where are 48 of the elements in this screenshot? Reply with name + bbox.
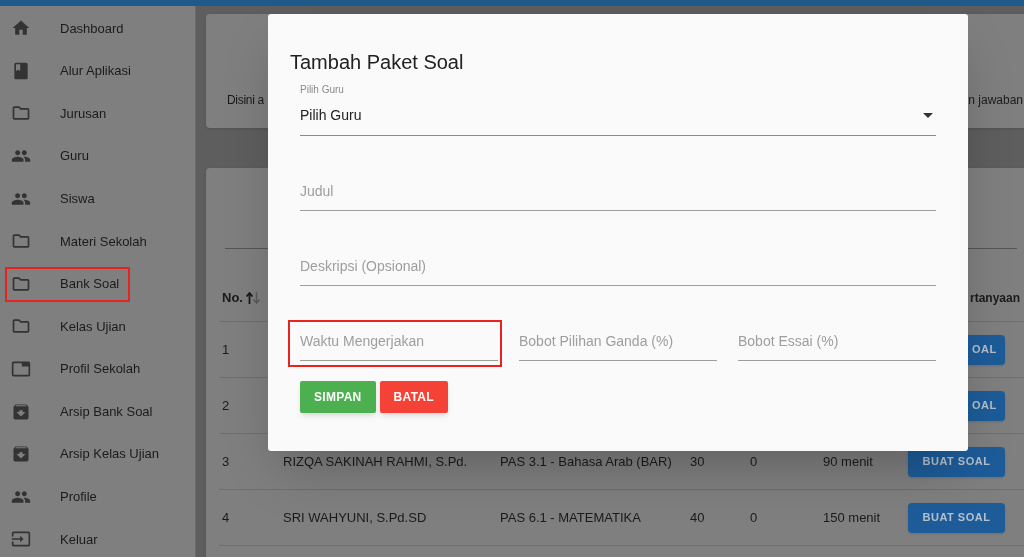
dialog-title: Tambah Paket Soal <box>290 50 464 75</box>
caret-icon <box>923 112 933 118</box>
sidebar-item[interactable]: Arsip Kelas Ujian <box>0 432 195 476</box>
table-cell: RIZQA SAKINAH RAHMI, S.Pd. <box>283 453 468 469</box>
table-cell: PAS 6.1 - MATEMATIKA <box>500 509 641 525</box>
sidebar-item[interactable]: Bank Soal <box>0 262 195 306</box>
table-cell: 2 <box>222 397 230 413</box>
table-cell: 0 <box>750 509 758 525</box>
create-questions-button[interactable]: OAL <box>968 334 1005 365</box>
table-cell: SRI WAHYUNI, S.Pd.SD <box>283 509 427 525</box>
table-cell: PAS 3.1 - Bahasa Arab (BAR) <box>500 453 672 469</box>
sidebar-item[interactable]: Guru <box>0 134 195 178</box>
window-icon <box>11 359 31 380</box>
column-header: No. <box>222 288 243 307</box>
sidebar-item[interactable]: Siswa <box>0 177 195 220</box>
column-header: rtanyaan <box>970 290 1021 305</box>
create-questions-button[interactable]: OAL <box>968 390 1005 421</box>
table-cell: 4 <box>222 509 230 525</box>
table-cell: 0 <box>750 453 758 469</box>
input-field[interactable]: Judul <box>300 180 936 211</box>
archive-icon <box>11 444 31 465</box>
create-questions-button[interactable]: BUAT SOAL <box>908 502 1005 533</box>
sidebar-item[interactable]: Alur Aplikasi <box>0 49 195 93</box>
sidebar-item[interactable]: Profile <box>0 475 195 519</box>
table-cell: 90 menit <box>823 453 873 469</box>
input-field[interactable]: Deskripsi (Opsional) <box>300 255 936 286</box>
cancel-button[interactable]: BATAL <box>379 381 448 413</box>
table-cell: 3 <box>222 453 230 469</box>
sidebar-item[interactable]: Jurusan <box>0 92 195 135</box>
table-cell: 40 <box>690 509 705 525</box>
sidebar-item[interactable]: Dashboard <box>0 7 195 50</box>
sidebar-item[interactable]: Keluar <box>0 518 195 557</box>
sidebar-item[interactable]: Materi Sekolah <box>0 219 195 263</box>
input-field[interactable]: Bobot Pilihan Ganda (%) <box>519 330 717 361</box>
table-cell: 1 <box>222 341 230 357</box>
save-button[interactable]: SIMPAN <box>300 381 376 413</box>
select-field[interactable]: Pilih Guru Pilih Guru <box>300 84 936 136</box>
input-field[interactable]: Bobot Essai (%) <box>738 330 936 361</box>
sort-arrows-icon[interactable] <box>245 291 260 304</box>
sidebar-item[interactable]: Arsip Bank Soal <box>0 390 195 433</box>
sidebar-item[interactable]: Kelas Ujian <box>0 305 195 348</box>
table-cell: 150 menit <box>823 509 881 525</box>
sidebar-item[interactable]: Profil Sekolah <box>0 347 195 391</box>
info-text: Disini a <box>227 92 264 109</box>
info-text: n jawaban <box>968 92 1023 109</box>
input-field[interactable]: Waktu Mengerjakan <box>300 330 498 361</box>
book-icon <box>11 60 31 81</box>
table-cell: 30 <box>690 453 705 469</box>
